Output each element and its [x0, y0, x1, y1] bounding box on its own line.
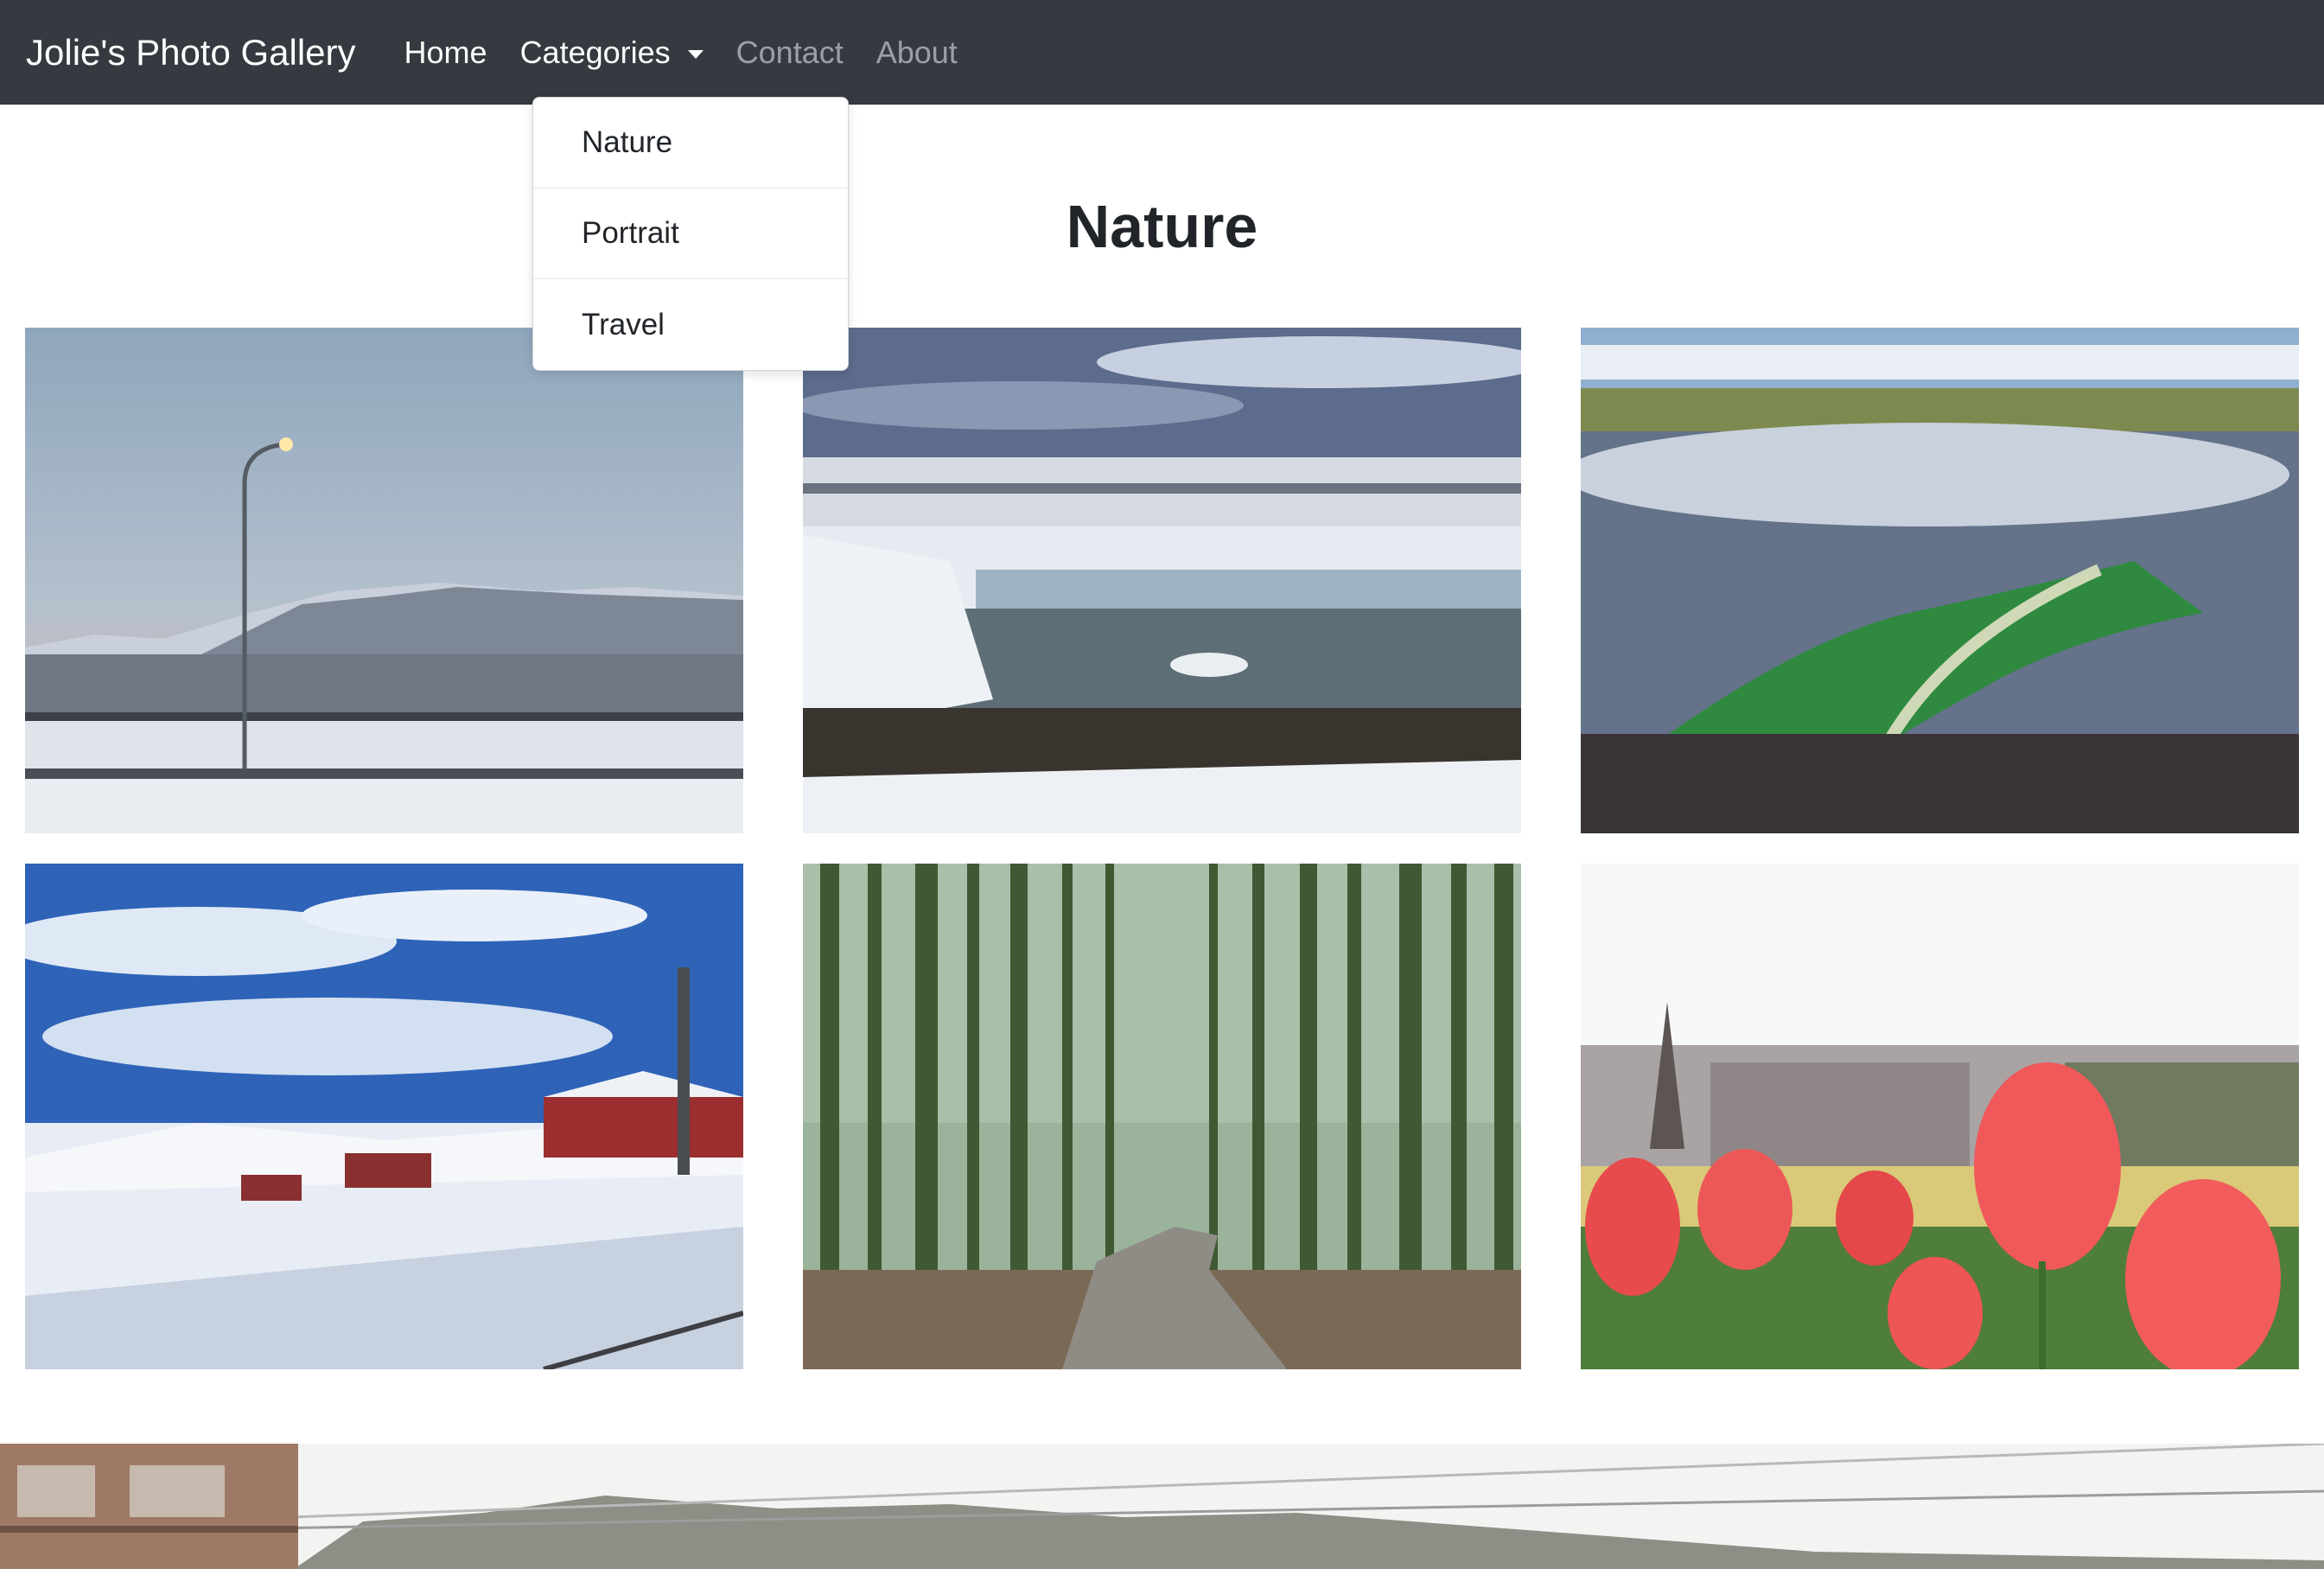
navbar: Jolie's Photo Gallery Home Categories Co… [0, 0, 2324, 105]
categories-dropdown-menu: Nature Portrait Travel [532, 97, 849, 371]
photo-lake-streetlamp[interactable] [25, 328, 743, 833]
photo-red-tulips[interactable] [1581, 864, 2299, 1369]
photo-geothermal-stream[interactable] [1581, 328, 2299, 833]
caret-down-icon [687, 49, 704, 59]
nav-categories-label: Categories [519, 34, 671, 70]
photo-snowy-village[interactable] [25, 864, 743, 1369]
nav-categories-toggle[interactable]: Categories [520, 35, 704, 71]
brand-link[interactable]: Jolie's Photo Gallery [26, 32, 356, 73]
dropdown-item-travel[interactable]: Travel [533, 279, 848, 370]
photo-bamboo-forest[interactable] [803, 864, 1521, 1369]
nav-home[interactable]: Home [404, 35, 487, 71]
photo-winter-waterfall[interactable] [803, 328, 1521, 833]
nav-about[interactable]: About [876, 35, 958, 71]
nav-contact[interactable]: Contact [736, 35, 844, 71]
page-title: Nature [1066, 193, 1258, 260]
dropdown-item-nature[interactable]: Nature [533, 98, 848, 188]
dropdown-item-portrait[interactable]: Portrait [533, 188, 848, 279]
nav-links: Home Categories Contact About [404, 35, 990, 71]
photo-partial-bottom[interactable] [0, 1444, 2324, 1569]
